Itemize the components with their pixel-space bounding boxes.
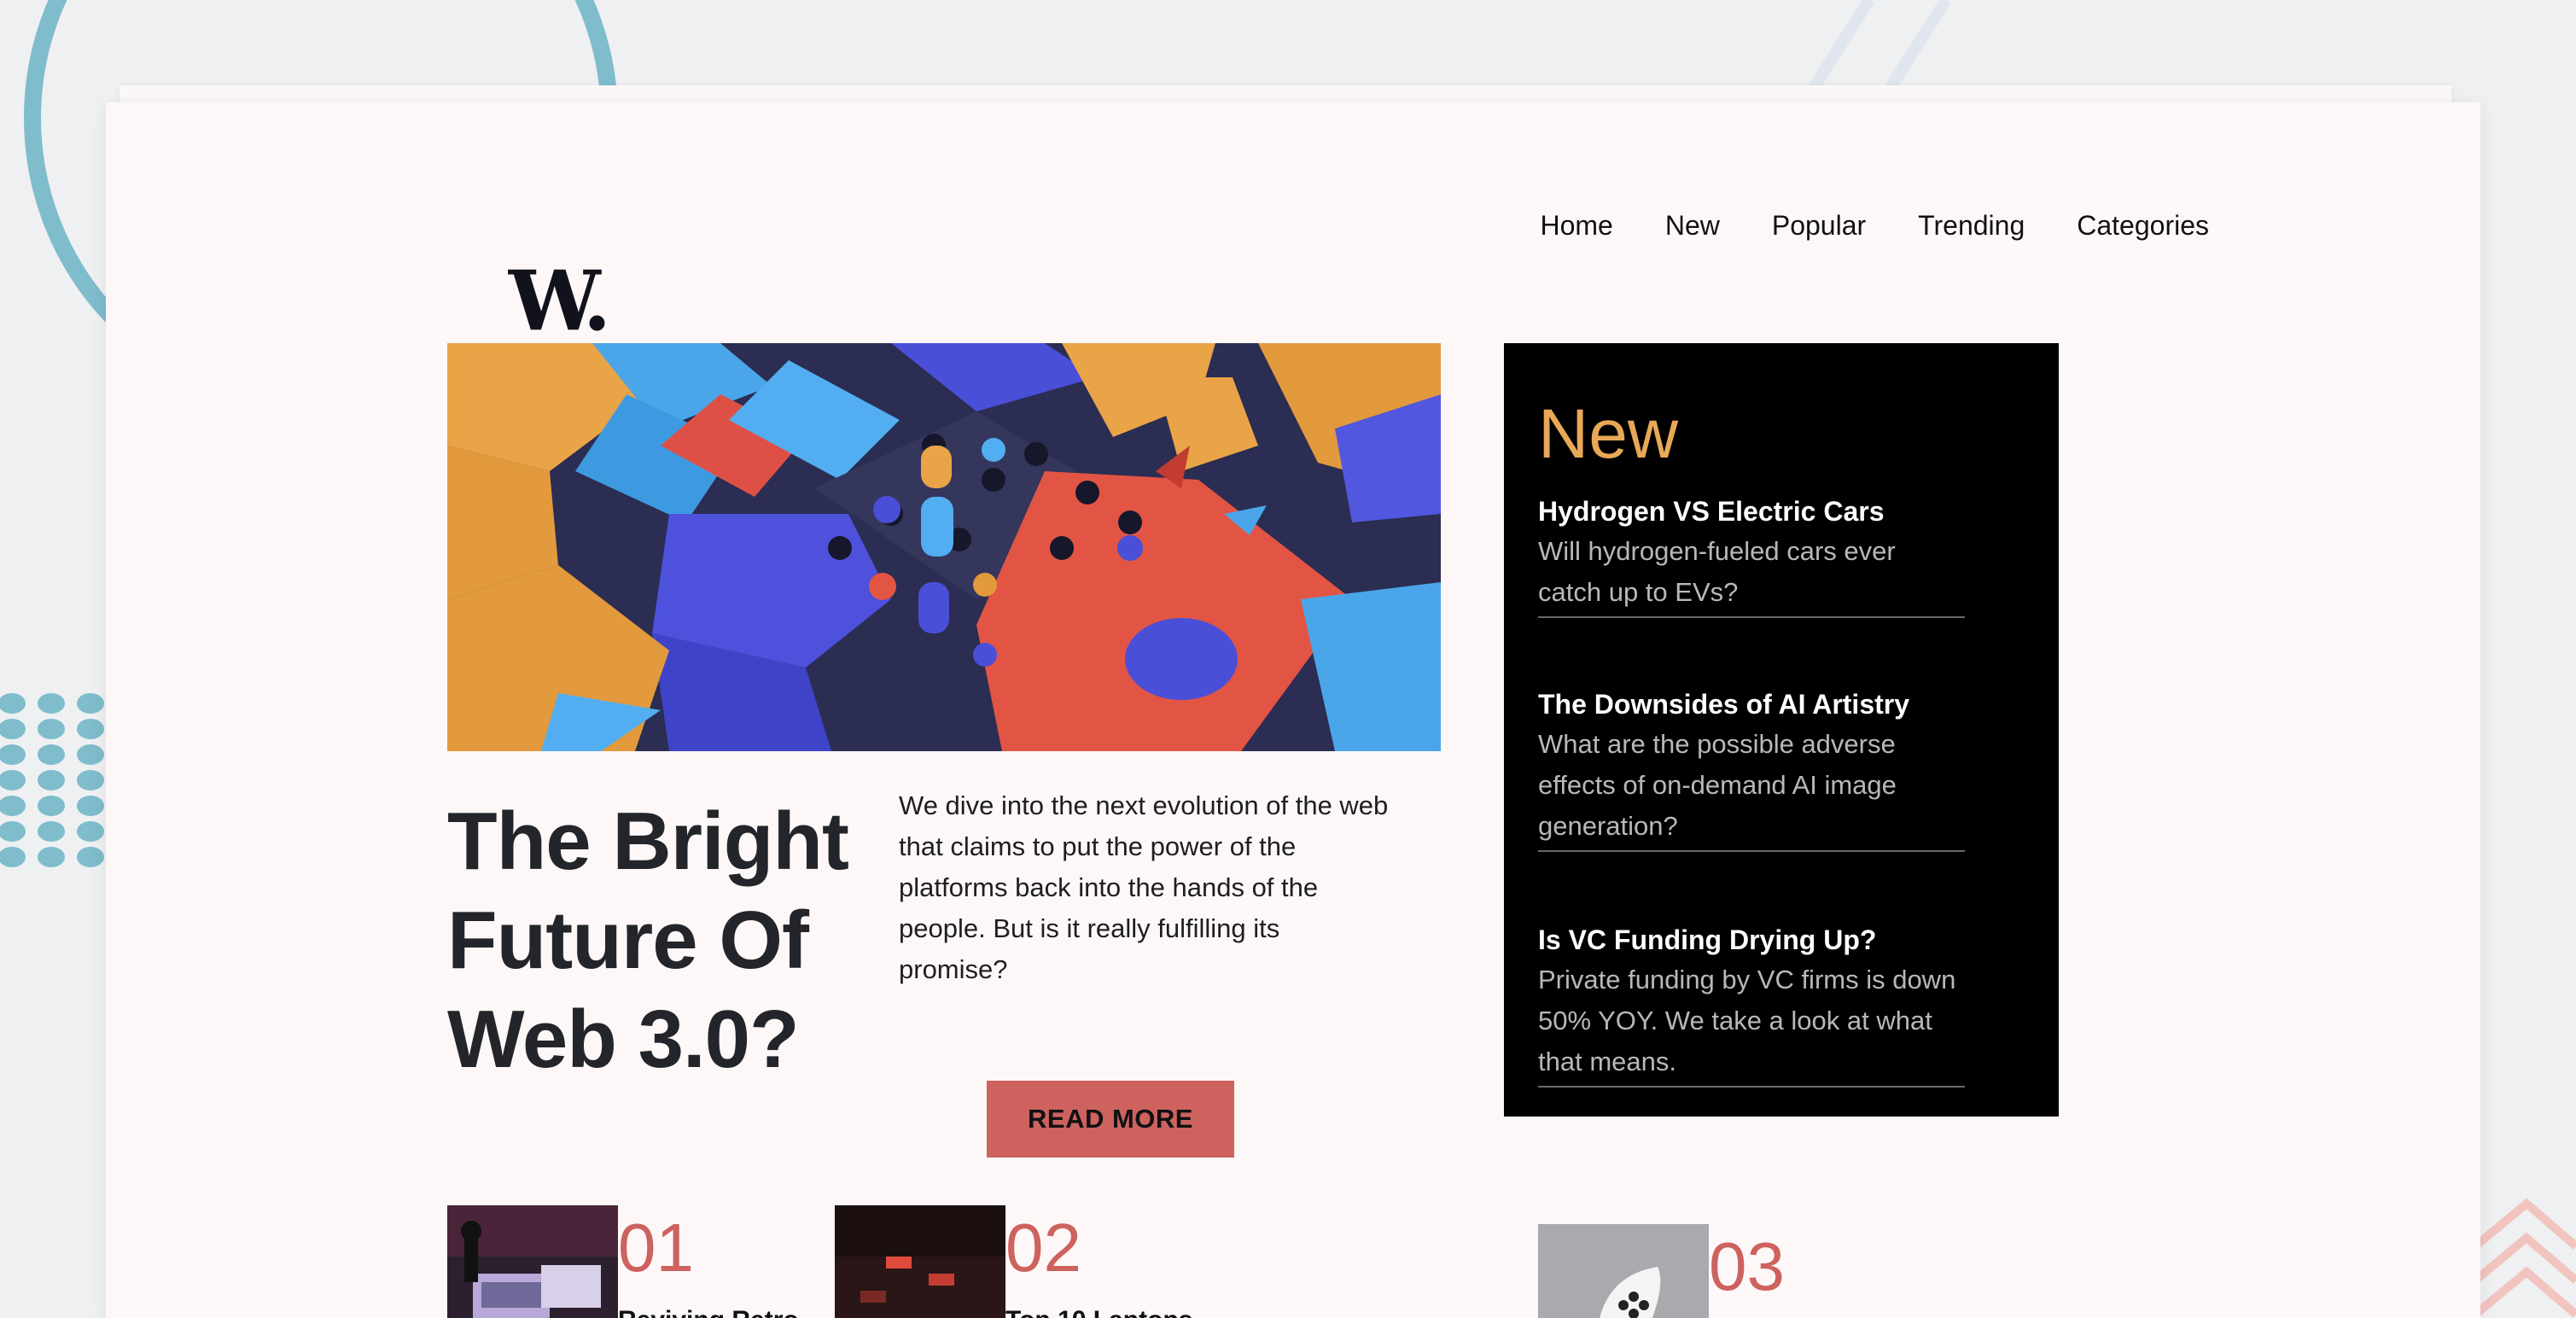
hero-description: We dive into the next evolution of the w… [899, 790, 1389, 984]
news-item[interactable]: Is VC Funding Drying Up? Private funding… [1538, 920, 1965, 1088]
nav-new[interactable]: New [1665, 210, 1720, 242]
hero-image [447, 343, 1441, 751]
news-item[interactable]: Hydrogen VS Electric Cars Will hydrogen-… [1538, 492, 1965, 618]
news-item-description: Will hydrogen-fueled cars ever catch up … [1538, 536, 1896, 607]
card-title[interactable]: Top 10 Laptops [1005, 1306, 1192, 1318]
news-item-title[interactable]: The Downsides of AI Artistry [1538, 685, 1965, 724]
nav-home[interactable]: Home [1540, 210, 1612, 242]
card-number: 01 [618, 1210, 694, 1286]
news-item[interactable]: The Downsides of AI Artistry What are th… [1538, 685, 1965, 852]
sidebar-heading: New [1538, 395, 1679, 473]
page-container: W. Home New Popular Trending Categories [106, 102, 2480, 1318]
hero-title[interactable]: The Bright Future Of Web 3.0? [447, 792, 874, 1089]
decorative-dots [0, 693, 104, 867]
nav-popular[interactable]: Popular [1772, 210, 1866, 242]
news-item-description: What are the possible adverse effects of… [1538, 729, 1897, 841]
main-nav: Home New Popular Trending Categories [1540, 210, 2209, 242]
card-title[interactable]: Reviving Retro [618, 1306, 799, 1318]
news-item-description: Private funding by VC firms is down 50% … [1538, 965, 1956, 1076]
news-item-title[interactable]: Hydrogen VS Electric Cars [1538, 492, 1965, 531]
nav-categories[interactable]: Categories [2077, 210, 2209, 242]
card-number: 03 [1709, 1228, 1785, 1304]
decorative-chevrons [2472, 1198, 2576, 1318]
news-item-title[interactable]: Is VC Funding Drying Up? [1538, 920, 1965, 959]
card-image-retro[interactable] [447, 1205, 618, 1318]
card-image-laptops[interactable] [835, 1205, 1005, 1318]
card-image-controller[interactable] [1538, 1224, 1709, 1318]
nav-trending[interactable]: Trending [1918, 210, 2025, 242]
new-articles-sidebar: New Hydrogen VS Electric Cars Will hydro… [1504, 343, 2059, 1117]
card-number: 02 [1005, 1210, 1081, 1286]
logo-text: W. [508, 252, 611, 349]
read-more-button[interactable]: READ MORE [987, 1081, 1234, 1158]
